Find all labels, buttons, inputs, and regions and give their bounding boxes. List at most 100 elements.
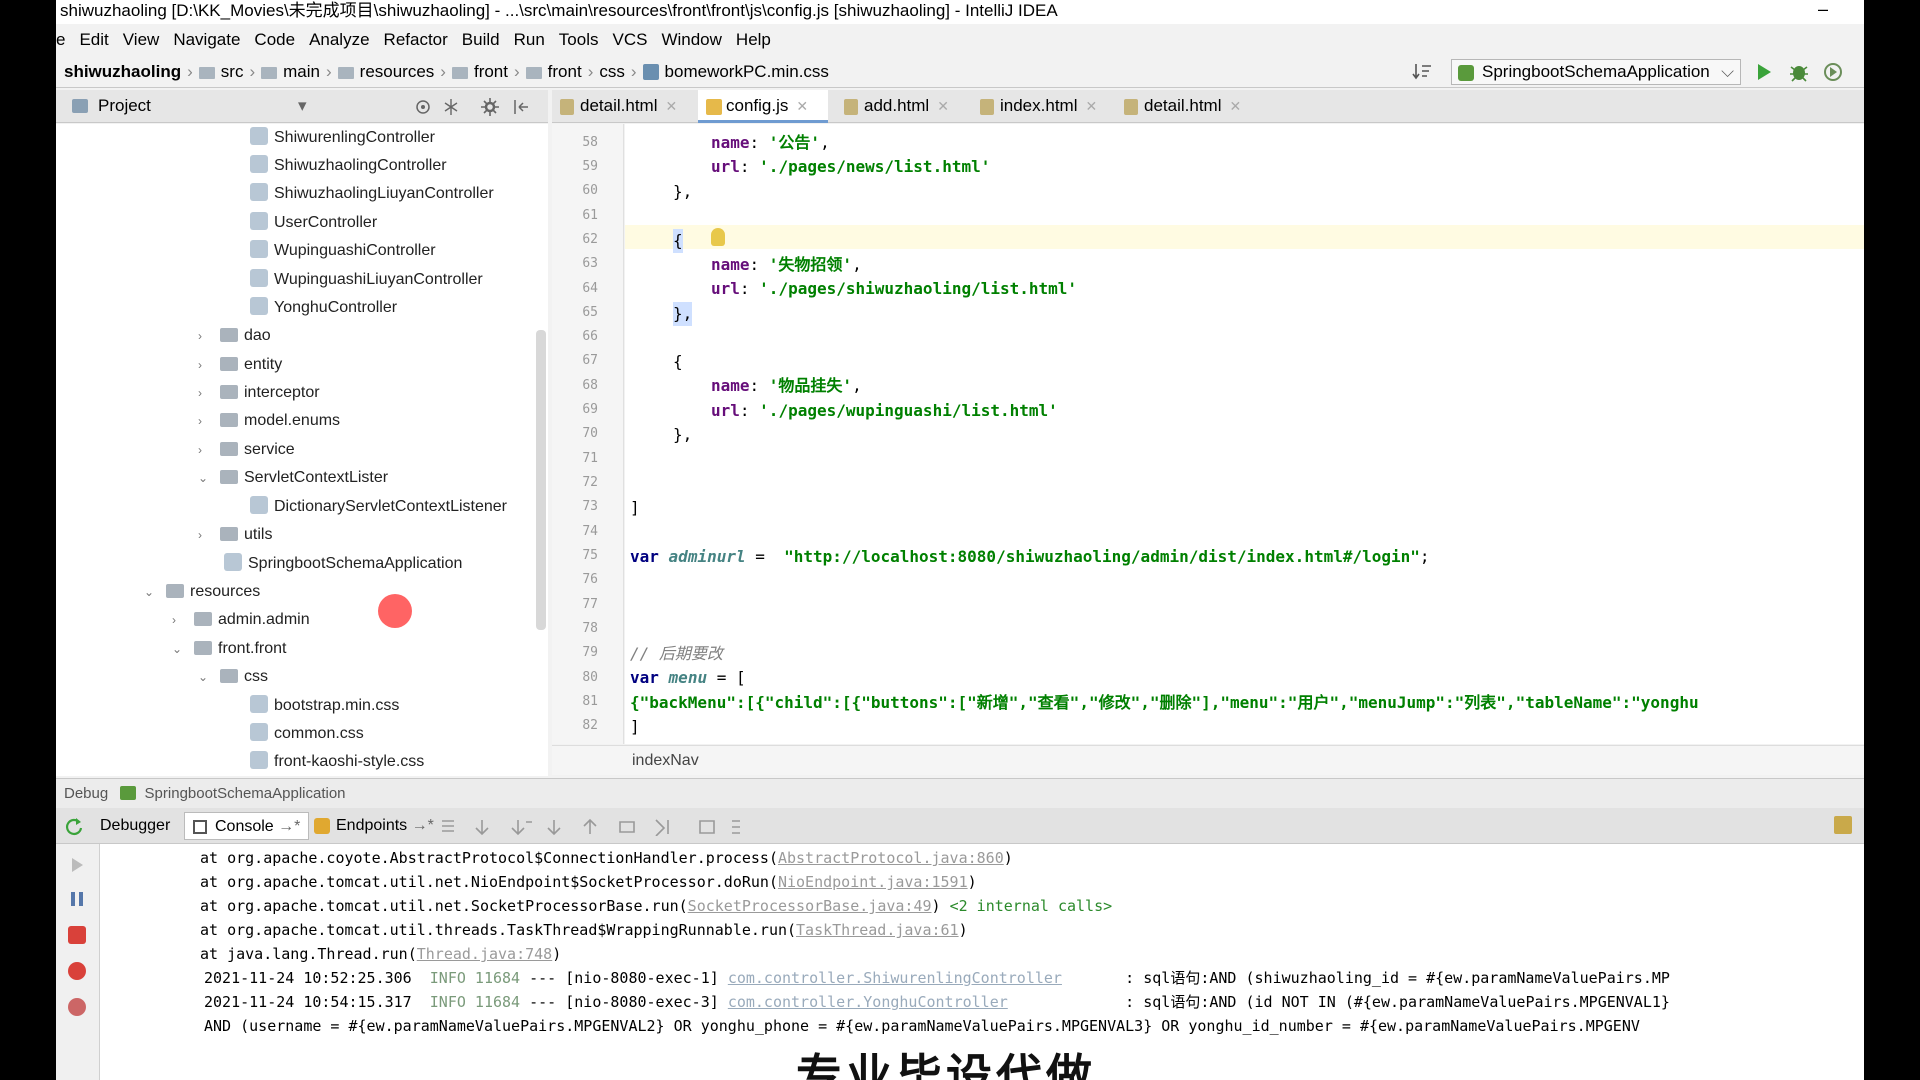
source-link[interactable]: AbstractProtocol.java:860 [778, 849, 1004, 867]
menu-vcs[interactable]: VCS [612, 30, 647, 50]
chevron-down-icon[interactable]: ▾ [298, 90, 307, 122]
breadcrumb-project[interactable]: shiwuzhaoling [64, 62, 181, 82]
menu-help[interactable]: Help [736, 30, 771, 50]
chevron-right-icon[interactable]: › [198, 381, 214, 405]
tree-item[interactable]: › entity [198, 353, 282, 377]
chevron-right-icon[interactable]: › [172, 608, 188, 632]
tree-item[interactable]: WupinguashiController [250, 239, 436, 263]
menu-navigate[interactable]: Navigate [173, 30, 240, 50]
menu-analyze[interactable]: Analyze [309, 30, 369, 50]
chevron-right-icon[interactable]: › [198, 438, 214, 462]
tab-index-html[interactable]: index.html ✕ [972, 90, 1108, 123]
menu-run[interactable]: Run [514, 30, 545, 50]
tree-item[interactable]: WupinguashiLiuyanController [250, 268, 483, 292]
breadcrumb-resources[interactable]: resources [360, 62, 435, 82]
code-editor[interactable]: name: '公告', url: './pages/news/list.html… [625, 124, 1864, 744]
tab-detail-html[interactable]: detail.html ✕ [552, 90, 692, 123]
close-icon[interactable]: ✕ [937, 98, 949, 114]
minimize-button[interactable]: – [1818, 0, 1828, 20]
tab-config-js[interactable]: config.js ✕ [698, 90, 828, 123]
tree-item[interactable]: UserController [250, 211, 377, 235]
close-icon[interactable]: ✕ [796, 98, 808, 114]
source-link[interactable]: NioEndpoint.java:1591 [778, 873, 968, 891]
breadcrumb-src[interactable]: src [221, 62, 244, 82]
gear-icon[interactable] [480, 97, 500, 117]
tree-item[interactable]: › interceptor [198, 381, 320, 405]
editor-nav-label[interactable]: indexNav [632, 752, 699, 769]
chevron-right-icon[interactable]: › [198, 409, 214, 433]
tree-item[interactable]: › admin.admin [172, 608, 310, 632]
source-link[interactable]: Thread.java:748 [417, 945, 552, 963]
tab-detail-html-2[interactable]: detail.html ✕ [1116, 90, 1256, 123]
breadcrumb-main[interactable]: main [283, 62, 320, 82]
resume-icon[interactable] [68, 856, 86, 874]
tree-item[interactable]: ⌄ resources [144, 580, 260, 604]
mute-breakpoints-icon[interactable] [68, 998, 86, 1016]
tree-item[interactable]: ⌄ css [198, 665, 268, 689]
chevron-down-icon[interactable]: ⌄ [172, 637, 188, 661]
pause-icon[interactable] [68, 890, 86, 908]
close-icon[interactable]: ✕ [665, 98, 677, 114]
tree-item[interactable]: ⌄ front.front [172, 637, 286, 661]
tree-scrollbar[interactable] [536, 330, 546, 630]
menu-tools[interactable]: Tools [559, 30, 599, 50]
tree-item[interactable]: front-kaoshi-style.css [250, 750, 424, 774]
lightbulb-icon[interactable] [711, 228, 725, 246]
source-link[interactable]: SocketProcessorBase.java:49 [688, 897, 932, 915]
sort-download-icon[interactable] [1412, 62, 1434, 82]
debug-step-toolbar-icons[interactable] [440, 818, 740, 836]
layout-settings-icon[interactable] [1834, 816, 1852, 834]
locate-icon[interactable] [414, 98, 432, 116]
internal-calls-fold[interactable]: <2 internal calls> [950, 897, 1113, 915]
tree-item[interactable]: › model.enums [198, 409, 340, 433]
chevron-right-icon[interactable]: › [198, 353, 214, 377]
rerun-icon[interactable] [64, 817, 84, 837]
chevron-down-icon[interactable]: ⌄ [198, 665, 214, 689]
source-link[interactable]: TaskThread.java:61 [796, 921, 959, 939]
tree-item[interactable]: bootstrap.min.css [250, 694, 399, 718]
coverage-icon[interactable] [1822, 61, 1844, 83]
collapse-all-icon[interactable] [442, 98, 460, 116]
tab-add-html[interactable]: add.html ✕ [836, 90, 966, 123]
tab-console[interactable]: Console →* [184, 812, 310, 840]
project-panel-title[interactable]: Project [98, 90, 151, 122]
tree-item[interactable]: › utils [198, 523, 272, 547]
view-breakpoints-icon[interactable] [68, 962, 86, 980]
run-icon[interactable] [1754, 62, 1774, 82]
tab-endpoints[interactable]: Endpoints →* [306, 812, 442, 840]
tree-item[interactable]: YonghuController [250, 296, 397, 320]
tree-item[interactable]: ShiwurenlingController [250, 126, 435, 150]
tree-item[interactable]: SpringbootSchemaApplication [224, 552, 462, 576]
breadcrumb-front[interactable]: front [474, 62, 508, 82]
chevron-down-icon[interactable]: ⌄ [144, 580, 160, 604]
stop-icon[interactable] [68, 926, 86, 944]
menu-edit[interactable]: Edit [79, 30, 108, 50]
tree-item[interactable]: › service [198, 438, 295, 462]
log-class-link[interactable]: com.controller.ShiwurenlingController [728, 969, 1062, 987]
close-icon[interactable]: ✕ [1085, 98, 1097, 114]
breadcrumb-front-inner[interactable]: front [548, 62, 582, 82]
debug-app-name[interactable]: SpringbootSchemaApplication [145, 785, 346, 802]
tree-item[interactable]: DictionaryServletContextListener [250, 495, 507, 519]
run-configuration-select[interactable]: SpringbootSchemaApplication ⌵ [1451, 59, 1741, 85]
tab-debugger[interactable]: Debugger [92, 812, 178, 840]
log-class-link[interactable]: com.controller.YonghuController [728, 993, 1008, 1011]
close-icon[interactable]: ✕ [1229, 98, 1241, 114]
menu-view[interactable]: View [123, 30, 160, 50]
menu-build[interactable]: Build [462, 30, 500, 50]
menu-file[interactable]: e [56, 30, 65, 50]
tree-item[interactable]: › dao [198, 324, 271, 348]
breadcrumb-file[interactable]: bomeworkPC.min.css [665, 62, 829, 82]
tree-item[interactable]: common.css [250, 722, 364, 746]
breadcrumb-css[interactable]: css [599, 62, 625, 82]
chevron-right-icon[interactable]: › [198, 324, 214, 348]
hide-panel-icon[interactable] [512, 98, 530, 116]
debug-icon[interactable] [1788, 61, 1810, 83]
tree-item[interactable]: ShiwuzhaolingLiuyanController [250, 182, 494, 206]
menu-window[interactable]: Window [661, 30, 721, 50]
menu-code[interactable]: Code [254, 30, 295, 50]
chevron-right-icon[interactable]: › [198, 523, 214, 547]
tree-item[interactable]: ⌄ ServletContextLister [198, 466, 388, 490]
menu-refactor[interactable]: Refactor [384, 30, 448, 50]
tree-item[interactable]: ShiwuzhaolingController [250, 154, 447, 178]
